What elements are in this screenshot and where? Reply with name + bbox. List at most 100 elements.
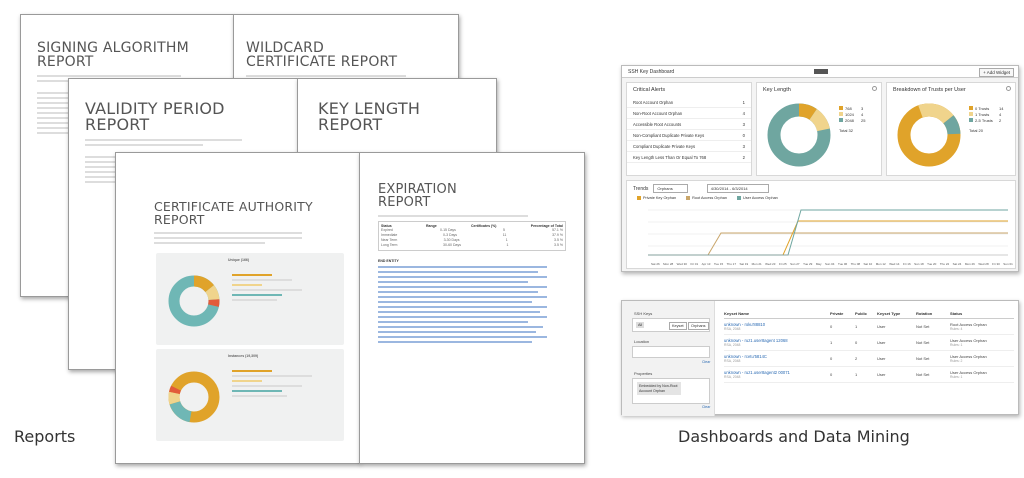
end-entity-list bbox=[378, 266, 566, 343]
orphans-filter-button[interactable]: Orphans bbox=[688, 322, 709, 330]
ca-donut-unique bbox=[168, 275, 220, 327]
x-axis-tick-label: Tue 15 bbox=[713, 262, 724, 266]
cell-subtext: RSA, 2048 bbox=[724, 359, 741, 363]
text-line bbox=[154, 232, 302, 234]
donut-legend bbox=[232, 367, 312, 400]
trends-x-axis-labels: Sat 26 Mon 28 Wed 30 Fri 01 Apr 13 Tue 15 Thu … bbox=[651, 262, 1013, 266]
cell: User bbox=[877, 324, 886, 329]
trends-panel: Trends Orphans 4/30/2014 - 6/3/2014 Priv… bbox=[626, 180, 1016, 269]
x-axis-tick-label: Apr 13 bbox=[701, 262, 711, 266]
info-icon[interactable] bbox=[1006, 86, 1011, 91]
keyset-filter-button[interactable]: Keyset bbox=[669, 322, 687, 330]
x-axis-tick-label: Wed 23 bbox=[765, 262, 776, 266]
x-axis-tick-label: Sat 19 bbox=[739, 262, 749, 266]
text-line bbox=[85, 139, 242, 141]
cell-subtext: RSA, 2048 bbox=[724, 375, 741, 379]
cell: User bbox=[877, 340, 886, 345]
text-line bbox=[378, 215, 529, 217]
tag-all[interactable]: All bbox=[636, 322, 645, 328]
ssh-key-dashboard: SSH Key Dashboard + Add Widget Critical … bbox=[621, 65, 1019, 272]
cell: 0 bbox=[855, 340, 858, 345]
ssh-keys-heading: SSH Keys bbox=[634, 311, 653, 316]
panel-title: Breakdown of Trusts per User bbox=[893, 87, 966, 93]
alert-row[interactable]: Non-Compliant Duplicate Private Keys 0 bbox=[627, 130, 751, 141]
cell: 2 bbox=[855, 356, 858, 361]
alert-row[interactable]: Compliant Duplicate Private Keys 3 bbox=[627, 141, 751, 152]
cell-subtext: Rules: 4 bbox=[950, 327, 963, 331]
x-axis-tick-label: Wed 30 bbox=[676, 262, 687, 266]
x-axis-tick-label: Thu 17 bbox=[726, 262, 736, 266]
donut-label: Unique (166) bbox=[228, 258, 250, 262]
cell-subtext: Rules: 2 bbox=[950, 359, 963, 363]
key-length-report-page: KEY LENGTH REPORT bbox=[297, 78, 497, 156]
certificate-authority-report-page: CERTIFICATE AUTHORITY REPORT Unique (166… bbox=[115, 152, 360, 464]
table-row[interactable]: unknown - ruz1.user8agent2 00071 RSA, 204… bbox=[724, 367, 1014, 383]
key-length-panel: Key Length 768 3 1024 4 2048 25 Total 32 bbox=[756, 82, 882, 176]
trusts-legend: 0 Trusts 14 1 Trusts 4 2-5 Trusts 2 Total 2… bbox=[969, 105, 1004, 133]
table-row[interactable]: unknown - ruz1.user8agent 12068 RSA, 2048… bbox=[724, 335, 1014, 351]
cell: Not Set bbox=[916, 372, 930, 377]
x-axis-tick-label: May bbox=[815, 262, 822, 266]
x-axis-tick-label: Wed 14 bbox=[889, 262, 900, 266]
critical-alerts-panel: Critical Alerts Root Account Orphan 1 Non… bbox=[626, 82, 752, 176]
location-clear-link[interactable]: Clear bbox=[702, 360, 710, 364]
table-header-row: Keyset Name Private Public Keyset Type R… bbox=[724, 309, 1014, 319]
ssh-keys-filter-box: All Keyset Orphans bbox=[632, 318, 710, 332]
cell: User bbox=[877, 372, 886, 377]
table-row[interactable]: unknown - rcetu'5814C RSA, 2048 0 2 User Not … bbox=[724, 351, 1014, 367]
properties-clear-link[interactable]: Clear bbox=[702, 405, 710, 409]
layout-toggle[interactable] bbox=[814, 69, 828, 74]
cell-subtext: Rules: 1 bbox=[950, 343, 963, 347]
expiration-report-page: EXPIRATION REPORT Status Range Certifica… bbox=[359, 152, 585, 464]
table-row: Long Term 30-60 Days 1 3.5 % bbox=[381, 243, 563, 247]
alert-row[interactable]: Non-Root Account Orphan 4 bbox=[627, 108, 751, 119]
trends-toolbar: Trends Orphans 4/30/2014 - 6/3/2014 bbox=[627, 181, 1015, 196]
location-input[interactable] bbox=[632, 346, 710, 358]
ca-chart-box-instances: Instances (19,309) bbox=[156, 349, 344, 441]
report-title: EXPIRATION REPORT bbox=[378, 182, 457, 210]
section-heading: END ENTITY bbox=[378, 259, 399, 263]
table-row[interactable]: unknown - roku'88810 RSA, 2048 0 1 User Not S… bbox=[724, 319, 1014, 335]
alert-row[interactable]: Accessible Root Accounts 3 bbox=[627, 119, 751, 130]
x-axis-tick-label: Fri 25 bbox=[778, 262, 787, 266]
x-axis-tick-label: Tue 29 bbox=[803, 262, 813, 266]
properties-box: Embedded by Non-Root Account Orphan bbox=[632, 378, 710, 404]
x-axis-tick-label: Sun 18 bbox=[914, 262, 924, 266]
x-axis-tick-label: Thu 22 bbox=[939, 262, 950, 266]
x-axis-tick-label: Mon 21 bbox=[751, 262, 762, 266]
donut-label: Instances (19,309) bbox=[228, 354, 259, 358]
trends-legend: Private Key Orphan Root Access Orphan Us… bbox=[627, 196, 1015, 200]
property-tag[interactable]: Embedded by Non-Root Account Orphan bbox=[637, 382, 681, 395]
location-heading: Location bbox=[634, 339, 650, 344]
x-axis-tick-label: Mon 28 bbox=[663, 262, 674, 266]
text-line bbox=[37, 75, 181, 77]
cell: 1 bbox=[855, 372, 858, 377]
cell: 1 bbox=[855, 324, 858, 329]
dashboard-title: SSH Key Dashboard bbox=[628, 69, 675, 75]
add-widget-button[interactable]: + Add Widget bbox=[979, 68, 1014, 77]
alert-row[interactable]: Root Account Orphan 1 bbox=[627, 97, 751, 108]
filter-sidebar: SSH Keys All Keyset Orphans Location Cle… bbox=[622, 301, 715, 416]
info-icon[interactable] bbox=[872, 86, 877, 91]
cell-subtext: RSA, 2048 bbox=[724, 327, 741, 331]
table-header: Range bbox=[425, 224, 437, 228]
text-line bbox=[154, 242, 265, 244]
x-axis-tick-label: Sat 24 bbox=[952, 262, 962, 266]
alert-row[interactable]: Key Length Less Than Or Equal To 768 2 bbox=[627, 152, 751, 163]
report-title: KEY LENGTH REPORT bbox=[318, 99, 421, 134]
cell: Not Set bbox=[916, 324, 930, 329]
caption-reports: Reports bbox=[14, 427, 76, 446]
x-axis-tick-label: Fri 01 bbox=[690, 262, 699, 266]
x-axis-tick-label: Thu 08 bbox=[850, 262, 861, 266]
cell: Not Set bbox=[916, 340, 930, 345]
report-title: SIGNING ALGORITHM REPORT bbox=[37, 40, 189, 70]
trends-line-chart bbox=[648, 209, 1008, 256]
x-axis-tick-label: Tue 20 bbox=[927, 262, 937, 266]
key-length-donut bbox=[767, 103, 831, 167]
date-range-picker[interactable]: 4/30/2014 - 6/3/2014 bbox=[706, 184, 769, 193]
text-line bbox=[85, 144, 203, 146]
text-line bbox=[246, 75, 406, 77]
trends-select[interactable]: Orphans bbox=[653, 184, 688, 193]
dashboard-header: SSH Key Dashboard + Add Widget bbox=[622, 66, 1018, 78]
cell: 0 bbox=[830, 372, 833, 377]
